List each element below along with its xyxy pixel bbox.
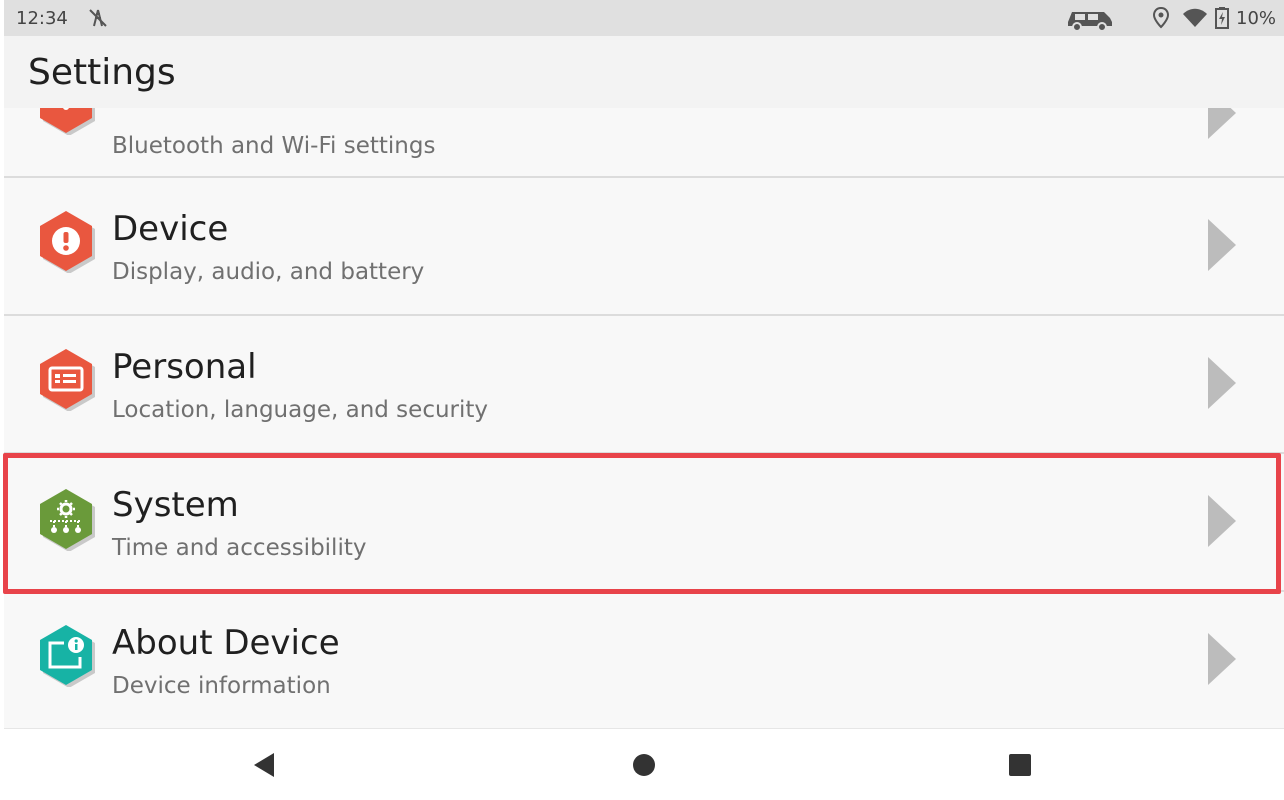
settings-item-subtitle: Location, language, and security [112,397,489,423]
settings-item-title: Personal [112,347,257,387]
car-icon [1064,4,1116,36]
back-icon[interactable] [248,749,280,781]
settings-item-title: About Device [112,623,340,663]
settings-list: Bluetooth and Wi-Fi settings Device Disp… [4,108,1284,728]
battery-charging-icon [1214,6,1230,34]
status-time: 12:34 [16,8,68,29]
app-bar: Settings [4,36,1284,108]
settings-item-subtitle: Bluetooth and Wi-Fi settings [112,133,436,159]
settings-item-subtitle: Device information [112,673,331,699]
system-gear-icon [40,489,95,551]
chevron-right-icon [1208,633,1236,685]
no-signal-antenna-icon [86,6,110,34]
settings-item-system[interactable]: System Time and accessibility [4,455,1284,592]
location-icon [1152,6,1170,34]
settings-item-device[interactable]: Device Display, audio, and battery [4,179,1284,316]
id-card-icon [40,349,95,411]
wifi-icon [1182,6,1208,34]
chevron-right-icon [1208,108,1236,139]
settings-item-personal[interactable]: Personal Location, language, and securit… [4,317,1284,454]
chevron-right-icon [1208,495,1236,547]
settings-item-subtitle: Display, audio, and battery [112,259,425,285]
settings-item-title: System [112,485,239,525]
status-bar: 12:34 10% [4,0,1284,36]
settings-item-connections[interactable]: Bluetooth and Wi-Fi settings [4,108,1284,178]
settings-item-about-device[interactable]: About Device Device information [4,593,1284,728]
connections-icon [40,108,95,135]
chevron-right-icon [1208,219,1236,271]
page-title: Settings [28,52,176,93]
device-info-icon [40,625,95,687]
battery-percent: 10% [1236,8,1277,29]
nav-bar [4,728,1284,800]
settings-item-subtitle: Time and accessibility [112,535,367,561]
alert-icon [40,211,95,273]
chevron-right-icon [1208,357,1236,409]
recents-icon[interactable] [1004,749,1036,781]
settings-item-title: Device [112,209,229,249]
home-icon[interactable] [628,749,660,781]
